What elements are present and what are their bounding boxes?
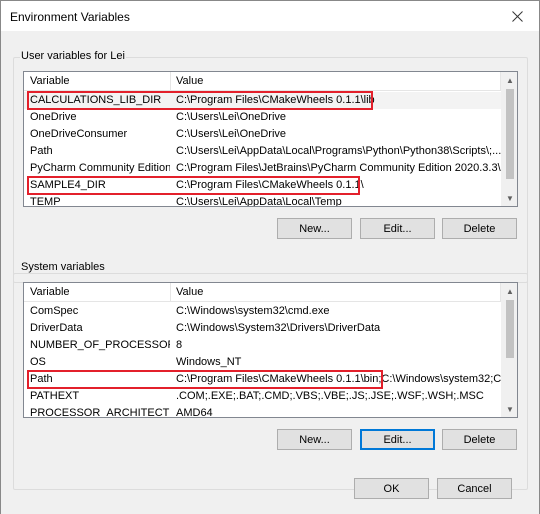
- column-header-value[interactable]: Value: [170, 283, 500, 302]
- table-row[interactable]: NUMBER_OF_PROCESSORS 8: [24, 337, 502, 354]
- table-row[interactable]: PROCESSOR_ARCHITECTURE AMD64: [24, 405, 502, 418]
- table-row[interactable]: PATHEXT .COM;.EXE;.BAT;.CMD;.VBS;.VBE;.JS…: [24, 388, 502, 405]
- system-list-scrollbar[interactable]: ▲ ▼: [501, 283, 517, 417]
- user-new-button[interactable]: New...: [277, 218, 352, 239]
- column-header-variable[interactable]: Variable: [24, 72, 170, 91]
- table-row[interactable]: SAMPLE4_DIR C:\Program Files\CMakeWheels …: [24, 177, 502, 194]
- variable-name: NUMBER_OF_PROCESSORS: [30, 339, 170, 351]
- system-variables-list[interactable]: Variable Value ComSpec C:\Windows\system3…: [23, 282, 518, 418]
- table-row[interactable]: OS Windows_NT: [24, 354, 502, 371]
- variable-value: C:\Users\Lei\OneDrive: [176, 111, 287, 123]
- user-list-scrollbar[interactable]: ▲ ▼: [501, 72, 517, 206]
- table-row[interactable]: Path C:\Program Files\CMakeWheels 0.1.1\b…: [24, 371, 502, 388]
- system-edit-button[interactable]: Edit...: [360, 429, 435, 450]
- user-edit-button[interactable]: Edit...: [360, 218, 435, 239]
- table-row[interactable]: CALCULATIONS_LIB_DIR C:\Program Files\CMa…: [24, 92, 502, 109]
- variable-name: ComSpec: [30, 305, 79, 317]
- scroll-up-icon[interactable]: ▲: [502, 72, 517, 88]
- scroll-down-icon[interactable]: ▼: [502, 190, 517, 206]
- column-header-variable[interactable]: Variable: [24, 283, 170, 302]
- variable-name: DriverData: [30, 322, 83, 334]
- scrollbar-thumb[interactable]: [506, 300, 514, 358]
- variable-value: C:\Windows\system32\cmd.exe: [176, 305, 330, 317]
- ok-button[interactable]: OK: [354, 478, 429, 499]
- variable-value: C:\Windows\System32\Drivers\DriverData: [176, 322, 381, 334]
- scroll-up-icon[interactable]: ▲: [502, 283, 517, 299]
- user-delete-button[interactable]: Delete: [442, 218, 517, 239]
- variable-value: Windows_NT: [176, 356, 242, 368]
- variable-value: C:\Program Files\CMakeWheels 0.1.1\lib: [176, 94, 375, 106]
- variable-value: C:\Program Files\CMakeWheels 0.1.1\: [176, 179, 364, 191]
- variable-name: Path: [30, 145, 53, 157]
- table-row[interactable]: PyCharm Community Edition C:\Program File…: [24, 160, 502, 177]
- variable-name: PROCESSOR_ARCHITECTURE: [30, 407, 170, 418]
- variable-name: SAMPLE4_DIR: [30, 179, 106, 191]
- window-title: Environment Variables: [10, 10, 130, 24]
- title-bar: Environment Variables: [1, 1, 539, 31]
- table-row[interactable]: ComSpec C:\Windows\system32\cmd.exe: [24, 303, 502, 320]
- table-row[interactable]: Path C:\Users\Lei\AppData\Local\Programs\…: [24, 143, 502, 160]
- table-row[interactable]: DriverData C:\Windows\System32\Drivers\Dr…: [24, 320, 502, 337]
- environment-variables-dialog: Environment Variables User variables for…: [0, 0, 540, 514]
- close-icon: [511, 10, 523, 22]
- variable-name: PATHEXT: [30, 390, 80, 402]
- scrollbar-thumb[interactable]: [506, 89, 514, 179]
- variable-value: C:\Users\Lei\AppData\Local\Programs\Pyth…: [176, 145, 502, 157]
- close-button[interactable]: [495, 1, 539, 31]
- variable-value: .COM;.EXE;.BAT;.CMD;.VBS;.VBE;.JS;.JSE;.…: [176, 390, 484, 402]
- variable-name: CALCULATIONS_LIB_DIR: [30, 94, 162, 106]
- variable-value: C:\Program Files\CMakeWheels 0.1.1\bin;C…: [176, 373, 502, 385]
- system-list-header: Variable Value: [24, 283, 502, 302]
- variable-value: C:\Users\Lei\OneDrive: [176, 128, 287, 140]
- column-header-value[interactable]: Value: [170, 72, 500, 91]
- variable-value: C:\Program Files\JetBrains\PyCharm Commu…: [176, 162, 502, 174]
- table-row[interactable]: TEMP C:\Users\Lei\AppData\Local\Temp: [24, 194, 502, 207]
- variable-value: 8: [176, 339, 183, 351]
- variable-name: OneDriveConsumer: [30, 128, 128, 140]
- table-row[interactable]: OneDriveConsumer C:\Users\Lei\OneDrive: [24, 126, 502, 143]
- user-variables-list[interactable]: Variable Value CALCULATIONS_LIB_DIR C:\Pr…: [23, 71, 518, 207]
- variable-name: PyCharm Community Edition: [30, 162, 170, 174]
- user-list-header: Variable Value: [24, 72, 502, 91]
- variable-name: OneDrive: [30, 111, 77, 123]
- scroll-down-icon[interactable]: ▼: [502, 401, 517, 417]
- variable-name: TEMP: [30, 196, 61, 207]
- variable-value: C:\Users\Lei\AppData\Local\Temp: [176, 196, 342, 207]
- cancel-button[interactable]: Cancel: [437, 478, 512, 499]
- variable-name: Path: [30, 373, 53, 385]
- system-variables-label: System variables: [20, 261, 106, 273]
- variable-name: OS: [30, 356, 46, 368]
- variable-value: AMD64: [176, 407, 213, 418]
- user-variables-label: User variables for Lei: [20, 50, 126, 62]
- system-new-button[interactable]: New...: [277, 429, 352, 450]
- table-row[interactable]: OneDrive C:\Users\Lei\OneDrive: [24, 109, 502, 126]
- system-delete-button[interactable]: Delete: [442, 429, 517, 450]
- dialog-body: User variables for Lei Variable Value CA…: [1, 31, 539, 514]
